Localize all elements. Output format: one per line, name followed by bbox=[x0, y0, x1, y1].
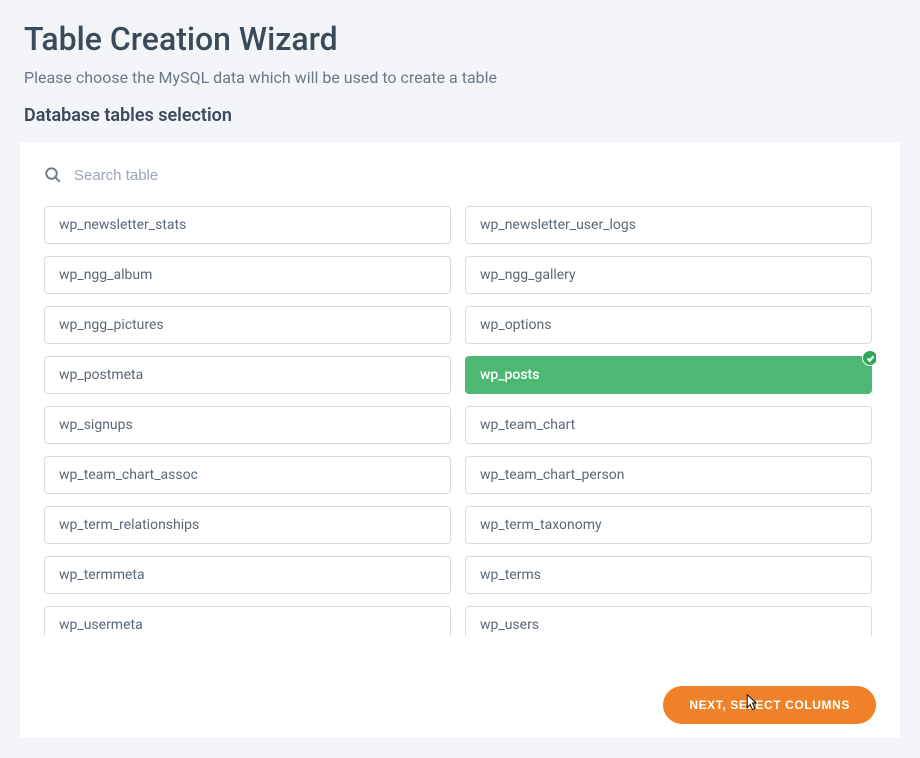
table-item[interactable]: wp_signups bbox=[44, 406, 451, 444]
table-item[interactable]: wp_postmeta bbox=[44, 356, 451, 394]
table-item-label: wp_team_chart bbox=[480, 417, 575, 433]
table-item[interactable]: wp_newsletter_stats bbox=[44, 206, 451, 244]
table-item-label: wp_usermeta bbox=[59, 617, 143, 633]
table-item[interactable]: wp_terms bbox=[465, 556, 872, 594]
table-item-label: wp_ngg_album bbox=[59, 267, 152, 283]
wizard-footer: NEXT, SELECT COLUMNS bbox=[663, 686, 876, 724]
table-item-label: wp_terms bbox=[480, 567, 541, 583]
table-item[interactable]: wp_team_chart_person bbox=[465, 456, 872, 494]
table-item-label: wp_term_taxonomy bbox=[480, 517, 602, 533]
table-item[interactable]: wp_team_chart bbox=[465, 406, 872, 444]
table-item-label: wp_posts bbox=[480, 367, 539, 383]
table-item[interactable]: wp_ngg_album bbox=[44, 256, 451, 294]
table-item[interactable]: wp_usermeta bbox=[44, 606, 451, 636]
check-icon bbox=[862, 350, 876, 366]
table-item[interactable]: wp_newsletter_user_logs bbox=[465, 206, 872, 244]
table-item-label: wp_newsletter_user_logs bbox=[480, 217, 636, 233]
table-selection-card: wp_newsletter_stats wp_newsletter_user_lo… bbox=[20, 142, 900, 738]
table-item[interactable]: wp_users bbox=[465, 606, 872, 636]
table-item-label: wp_postmeta bbox=[59, 367, 143, 383]
table-item-label: wp_signups bbox=[59, 417, 133, 433]
table-item-label: wp_term_relationships bbox=[59, 517, 199, 533]
table-item[interactable]: wp_options bbox=[465, 306, 872, 344]
table-item-label: wp_ngg_gallery bbox=[480, 267, 576, 283]
search-input[interactable] bbox=[74, 167, 876, 184]
table-item-label: wp_ngg_pictures bbox=[59, 317, 164, 333]
table-list-scroll[interactable]: wp_newsletter_stats wp_newsletter_user_lo… bbox=[44, 206, 876, 636]
page-title: Table Creation Wizard bbox=[24, 20, 896, 58]
table-item-label: wp_options bbox=[480, 317, 551, 333]
table-item-label: wp_team_chart_assoc bbox=[59, 467, 198, 483]
section-title: Database tables selection bbox=[24, 105, 896, 126]
table-item[interactable]: wp_termmeta bbox=[44, 556, 451, 594]
table-item[interactable]: wp_term_relationships bbox=[44, 506, 451, 544]
table-item[interactable]: wp_team_chart_assoc bbox=[44, 456, 451, 494]
page-subtitle: Please choose the MySQL data which will … bbox=[24, 68, 896, 87]
search-row bbox=[44, 166, 876, 184]
table-item-label: wp_newsletter_stats bbox=[59, 217, 186, 233]
table-item-label: wp_termmeta bbox=[59, 567, 145, 583]
search-icon bbox=[44, 166, 62, 184]
table-item-label: wp_users bbox=[480, 617, 539, 633]
table-item-label: wp_team_chart_person bbox=[480, 467, 625, 483]
table-item[interactable]: wp_ngg_pictures bbox=[44, 306, 451, 344]
table-grid: wp_newsletter_stats wp_newsletter_user_lo… bbox=[44, 206, 872, 636]
next-select-columns-button[interactable]: NEXT, SELECT COLUMNS bbox=[663, 686, 876, 724]
table-item[interactable]: wp_posts bbox=[465, 356, 872, 394]
table-item[interactable]: wp_term_taxonomy bbox=[465, 506, 872, 544]
table-item[interactable]: wp_ngg_gallery bbox=[465, 256, 872, 294]
